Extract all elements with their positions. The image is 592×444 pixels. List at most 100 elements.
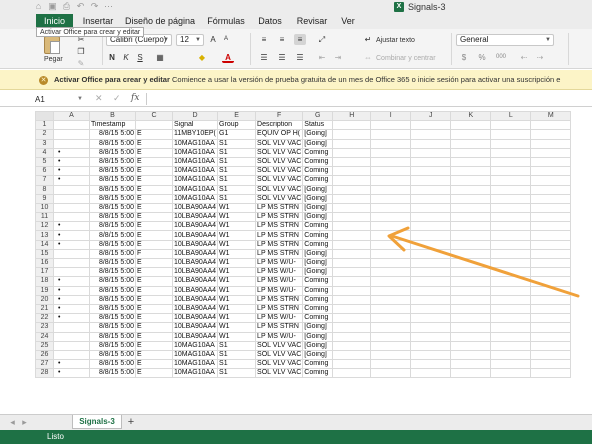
cell[interactable] — [410, 294, 452, 305]
cell[interactable] — [370, 175, 412, 186]
cell[interactable]: • — [53, 276, 90, 287]
row-header[interactable]: 6 — [35, 166, 54, 177]
align-bottom-icon[interactable]: ≡ — [294, 34, 306, 45]
cell[interactable]: S1 — [217, 340, 257, 351]
cell[interactable]: 8/8/15 5:00 — [89, 129, 136, 140]
cell[interactable] — [490, 239, 532, 250]
cell[interactable] — [370, 166, 412, 177]
cell[interactable]: 8/8/15 5:00 — [89, 166, 136, 177]
cell[interactable] — [370, 359, 412, 370]
cell[interactable] — [53, 212, 90, 223]
cell[interactable]: S1 — [217, 156, 257, 168]
cell[interactable]: [Going] — [302, 322, 334, 333]
cell[interactable] — [530, 331, 572, 342]
cell[interactable] — [370, 239, 412, 250]
format-painter-icon[interactable]: ✎ — [75, 58, 87, 69]
cell[interactable]: E — [135, 184, 173, 195]
cell[interactable] — [490, 359, 532, 370]
cell[interactable] — [332, 303, 372, 315]
cell[interactable]: 10MAG10AA — [171, 193, 219, 204]
cell[interactable] — [53, 120, 90, 131]
column-header[interactable]: H — [332, 110, 372, 122]
cell[interactable]: EQUIV OP H( — [255, 129, 304, 140]
column-header[interactable]: E — [217, 110, 257, 122]
cell[interactable] — [450, 313, 492, 324]
print-icon[interactable]: ⎙ — [62, 2, 71, 11]
cell[interactable]: 10LBA90AA4 — [171, 322, 219, 333]
align-left-icon[interactable]: ☰ — [258, 52, 270, 63]
row-header[interactable]: 7 — [35, 175, 54, 186]
cell[interactable] — [530, 175, 572, 186]
font-size-select[interactable]: 12 ▼ — [176, 34, 204, 46]
merge-icon[interactable]: ⇔ — [362, 52, 374, 63]
cell[interactable] — [410, 120, 452, 131]
cell[interactable]: LP MS STRN — [255, 239, 304, 250]
cell[interactable] — [53, 129, 90, 140]
cell[interactable]: E — [135, 129, 173, 140]
cell[interactable] — [410, 221, 452, 232]
cell[interactable] — [490, 138, 532, 149]
cell[interactable]: 10MAG10AA — [171, 156, 219, 168]
add-sheet-button[interactable]: + — [124, 415, 138, 429]
cell[interactable] — [490, 340, 532, 351]
row-header[interactable]: 12 — [35, 221, 54, 232]
cell[interactable]: • — [53, 166, 90, 177]
cell[interactable] — [410, 276, 452, 287]
cell[interactable]: 10LBA90AA4 — [171, 267, 219, 278]
cell[interactable]: SOL VLV VAC — [255, 340, 304, 351]
confirm-icon[interactable]: ✓ — [113, 93, 121, 104]
cell[interactable] — [450, 202, 492, 214]
cell[interactable]: 8/8/15 5:00 — [89, 212, 136, 223]
cell[interactable] — [450, 368, 492, 379]
cell[interactable] — [490, 267, 532, 278]
cell[interactable]: 8/8/15 5:00 — [89, 156, 136, 168]
cell[interactable]: LP MS STRN — [255, 230, 304, 241]
cell[interactable] — [332, 193, 372, 204]
cell[interactable]: 8/8/15 5:00 — [89, 285, 136, 296]
cell[interactable]: W1 — [217, 248, 257, 260]
cell[interactable]: 8/8/15 5:00 — [89, 322, 136, 333]
font-color-button[interactable]: A — [222, 52, 234, 63]
cell[interactable]: [Going] — [302, 331, 334, 342]
cell[interactable] — [450, 147, 492, 158]
cell[interactable] — [370, 193, 412, 204]
increase-decimal-icon[interactable]: ⇠ — [518, 52, 530, 63]
cell[interactable] — [530, 248, 572, 260]
cell[interactable] — [450, 276, 492, 287]
cell[interactable] — [370, 230, 412, 241]
cell[interactable]: Coming — [302, 147, 334, 158]
underline-button[interactable]: S — [134, 52, 146, 63]
row-header[interactable]: 9 — [35, 193, 54, 204]
cell[interactable] — [370, 276, 412, 287]
cell[interactable] — [332, 166, 372, 177]
cell[interactable] — [410, 184, 452, 195]
cell[interactable] — [332, 257, 372, 269]
cell[interactable] — [490, 368, 532, 379]
cell[interactable]: Coming — [302, 166, 334, 177]
cell[interactable] — [410, 138, 452, 149]
cell[interactable]: 10MAG10AA — [171, 368, 219, 379]
cell[interactable] — [450, 212, 492, 223]
cell[interactable]: 10LBA90AA4 — [171, 239, 219, 250]
cell[interactable]: • — [53, 285, 90, 296]
row-header[interactable]: 13 — [35, 230, 54, 241]
home-icon[interactable]: ⌂ — [34, 2, 43, 11]
row-header[interactable]: 24 — [35, 331, 54, 342]
cell[interactable] — [530, 359, 572, 370]
cell[interactable] — [490, 147, 532, 158]
cell[interactable] — [370, 349, 412, 361]
cell[interactable]: 10LBA90AA4 — [171, 212, 219, 223]
decrease-indent-icon[interactable]: ⇤ — [316, 52, 328, 63]
cell[interactable] — [450, 248, 492, 260]
cell[interactable]: E — [135, 175, 173, 186]
cell[interactable] — [332, 285, 372, 296]
cell[interactable] — [332, 156, 372, 168]
cell[interactable]: • — [53, 147, 90, 158]
cell[interactable]: [Going] — [302, 212, 334, 223]
cell[interactable] — [530, 221, 572, 232]
cell[interactable]: 10LBA90AA4 — [171, 257, 219, 269]
cell[interactable] — [332, 331, 372, 342]
row-header[interactable]: 27 — [35, 359, 54, 370]
cell[interactable]: Timestamp — [89, 120, 136, 131]
cell[interactable]: Group — [217, 120, 257, 131]
